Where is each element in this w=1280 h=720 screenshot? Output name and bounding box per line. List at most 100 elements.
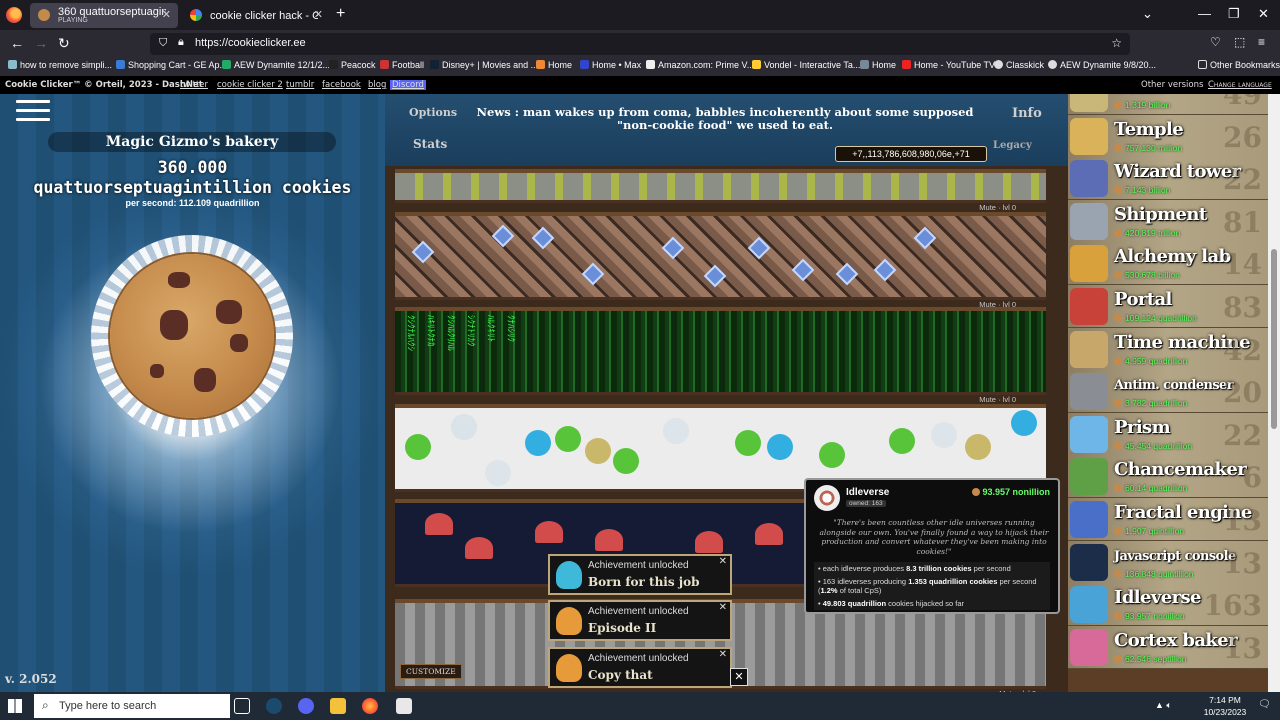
building-row-farm[interactable]: Mute · lvl 0 bbox=[395, 169, 1046, 212]
store-building-wizard-tower[interactable]: Wizard tower 7.143 billion 22 bbox=[1068, 157, 1268, 201]
file-explorer-icon[interactable] bbox=[330, 698, 346, 714]
tab-cookie-clicker[interactable]: 360 quattuorseptuagintillion coo PLAYING… bbox=[30, 3, 178, 28]
taskbar-search-input[interactable]: ⌕ Type here to search bbox=[34, 694, 230, 718]
store-building-time-machine[interactable]: Time machine 4.959 quadrillion 42 bbox=[1068, 327, 1268, 371]
twitter-link[interactable]: twitter bbox=[180, 80, 208, 90]
info-button[interactable]: Info bbox=[1012, 106, 1042, 121]
task-view-icon[interactable] bbox=[234, 698, 250, 714]
store-building-idleverse[interactable]: Idleverse 93.957 nonillion 163 bbox=[1068, 583, 1268, 627]
store-building-shipment[interactable]: Shipment 420.819 trillion 81 bbox=[1068, 199, 1268, 243]
store-building-chancemaker[interactable]: Chancemaker 60.14 quadrillion 6 bbox=[1068, 455, 1268, 499]
bookmark-item[interactable]: Home bbox=[536, 60, 572, 70]
menu-hamburger-icon[interactable] bbox=[16, 100, 50, 121]
minimize-icon[interactable]: — bbox=[1198, 6, 1211, 21]
change-language-link[interactable]: Change language bbox=[1208, 80, 1272, 90]
tab-google-search[interactable]: cookie clicker hack - Google Se ✕ bbox=[182, 3, 330, 28]
store-building-fractal-engine[interactable]: Fractal engine 1.907 quintillion 13 bbox=[1068, 498, 1268, 541]
bookmark-item[interactable]: Disney+ | Movies and ... bbox=[430, 60, 538, 70]
bookmark-item[interactable]: Vondel - Interactive Ta... bbox=[752, 60, 860, 70]
close-icon[interactable]: ✕ bbox=[719, 556, 727, 567]
bookmark-item[interactable]: Home • Max bbox=[580, 60, 641, 70]
game-brand[interactable]: Cookie Clicker™ © Orteil, 2023 - DashNet bbox=[5, 80, 203, 90]
bakery-name[interactable]: Magic Gizmo's bakery bbox=[48, 132, 336, 152]
store-building-cortex-baker[interactable]: Cortex baker 62.546 septillion 13 bbox=[1068, 625, 1268, 669]
store-building-antim-condenser[interactable]: Antim. condenser 3.782 quadrillion 20 bbox=[1068, 370, 1268, 414]
discord-icon[interactable] bbox=[298, 698, 314, 714]
bookmark-item[interactable]: Football bbox=[380, 60, 424, 70]
notifications-icon[interactable]: 🗨︎ bbox=[1258, 699, 1271, 710]
tumblr-link[interactable]: tumblr bbox=[286, 80, 314, 90]
app-icon[interactable] bbox=[396, 698, 412, 714]
store-building-temple[interactable]: Temple 757.130 million 26 bbox=[1068, 114, 1268, 158]
achievement-popup[interactable]: Achievement unlocked Episode II ✕ bbox=[548, 600, 732, 641]
close-tab-icon[interactable]: ✕ bbox=[162, 8, 171, 21]
restore-icon[interactable]: ❐ bbox=[1228, 6, 1240, 22]
page-scrollbar[interactable] bbox=[1268, 94, 1280, 692]
options-button[interactable]: Options bbox=[409, 106, 457, 119]
building-row-factory[interactable]: Mute · lvl 0 bbox=[395, 212, 1046, 309]
new-tab-icon[interactable]: + bbox=[336, 5, 345, 23]
bookmark-item[interactable]: Classkick bbox=[994, 60, 1044, 70]
building-owned-count: 20 bbox=[1223, 376, 1262, 410]
close-all-notifications-button[interactable]: ✕ bbox=[730, 668, 748, 686]
discord-link[interactable]: Discord bbox=[390, 80, 426, 90]
achievement-popup[interactable]: Achievement unlocked Copy that ✕ bbox=[548, 647, 732, 688]
menu-icon[interactable]: ≡ bbox=[1258, 35, 1265, 49]
orb-decoration bbox=[663, 418, 689, 444]
lock-icon[interactable]: 🔒︎ bbox=[178, 36, 184, 49]
firefox-taskbar-icon[interactable] bbox=[362, 698, 378, 714]
store-building-javascript-console[interactable]: Javascript console 136.848 quintillion 13 bbox=[1068, 540, 1268, 584]
bookmark-item[interactable]: AEW Dynamite 9/8/20... bbox=[1048, 60, 1156, 70]
other-versions-link[interactable]: Other versions bbox=[1141, 80, 1203, 90]
extensions-icon[interactable]: ⬚ bbox=[1234, 35, 1245, 49]
stats-button[interactable]: Stats bbox=[413, 137, 447, 151]
bookmark-item[interactable]: Peacock bbox=[329, 60, 376, 70]
reload-icon[interactable]: ↻ bbox=[58, 35, 70, 52]
store-building-bank[interactable]: Bank 1.319 billion 49 bbox=[1068, 94, 1268, 115]
url-bar[interactable]: ⛉ 🔒︎ https://cookieclicker.ee ☆ bbox=[150, 33, 1130, 55]
bookmark-item[interactable]: Amazon.com: Prime V... bbox=[646, 60, 754, 70]
customize-button[interactable]: CUSTOMIZE bbox=[400, 664, 462, 679]
building-store: Bank 1.319 billion 49 Temple 757.130 million… bbox=[1068, 94, 1268, 692]
close-window-icon[interactable]: ✕ bbox=[1258, 6, 1269, 22]
shield-icon[interactable]: ⛉ bbox=[159, 37, 167, 50]
scrollbar-thumb[interactable] bbox=[1271, 249, 1277, 429]
facebook-link[interactable]: facebook bbox=[322, 80, 361, 90]
building-row-javascript-console[interactable]: ｸｼｸﾅﾙﾊｸｼ ﾊｷﾘﾄｸﾅｶ ｸｼﾊﾙｸﾘﾊﾙ ｼｸﾅﾄﾘｶｸ ﾊﾙｸｷﾘﾄ… bbox=[395, 307, 1046, 404]
pocket-icon[interactable]: ♡ bbox=[1210, 35, 1221, 49]
close-icon[interactable]: ✕ bbox=[719, 649, 727, 660]
close-tab-icon[interactable]: ✕ bbox=[314, 8, 323, 21]
bookmark-item[interactable]: how to remove simpli... bbox=[8, 60, 112, 70]
url-text[interactable]: https://cookieclicker.ee bbox=[195, 37, 306, 49]
back-icon[interactable]: ← bbox=[10, 35, 24, 51]
system-tray-icon[interactable]: ▲ 🔈︎ bbox=[1155, 700, 1172, 711]
steam-icon[interactable] bbox=[266, 698, 282, 714]
building-price: 757.130 million bbox=[1114, 143, 1182, 153]
bookmark-item[interactable]: Home - YouTube TV bbox=[902, 60, 995, 70]
store-building-portal[interactable]: Portal 109.124 quadrillion 83 bbox=[1068, 285, 1268, 328]
forward-icon[interactable]: → bbox=[34, 35, 48, 51]
store-building-alchemy-lab[interactable]: Alchemy lab 530.678 billion 14 bbox=[1068, 242, 1268, 286]
firefox-icon[interactable] bbox=[6, 7, 22, 23]
bookmark-item[interactable]: Shopping Cart - GE Ap... bbox=[116, 60, 227, 70]
building-price: 420.819 trillion bbox=[1114, 228, 1180, 238]
cookie-clicker-2-link[interactable]: cookie clicker 2 bbox=[217, 80, 283, 90]
bookmark-item[interactable]: Home bbox=[860, 60, 896, 70]
tab-list-chevron-icon[interactable]: ⌄ bbox=[1142, 6, 1153, 22]
row-mute-lvl[interactable]: Mute · lvl 0 bbox=[979, 395, 1016, 404]
close-icon[interactable]: ✕ bbox=[719, 602, 727, 613]
big-cookie[interactable] bbox=[110, 254, 274, 418]
building-owned-count: 6 bbox=[1242, 461, 1262, 495]
taskbar-clock[interactable]: 7:14 PM 10/23/2023 bbox=[1196, 694, 1254, 718]
row-mute-lvl[interactable]: Mute · lvl 0 bbox=[979, 203, 1016, 212]
blog-link[interactable]: blog bbox=[368, 80, 386, 90]
legacy-button[interactable]: Legacy bbox=[993, 140, 1032, 151]
building-icon bbox=[1070, 628, 1108, 666]
windows-start-icon[interactable] bbox=[8, 699, 22, 713]
bookmark-item[interactable]: AEW Dynamite 12/1/2... bbox=[222, 60, 330, 70]
other-bookmarks[interactable]: Other Bookmarks bbox=[1198, 60, 1280, 70]
store-building-prism[interactable]: Prism 45.454 quadrillion 22 bbox=[1068, 412, 1268, 456]
achievement-popup[interactable]: Achievement unlocked Born for this job ✕ bbox=[548, 554, 732, 595]
bookmark-star-icon[interactable]: ☆ bbox=[1111, 36, 1122, 50]
building-name: Alchemy lab bbox=[1114, 246, 1231, 268]
